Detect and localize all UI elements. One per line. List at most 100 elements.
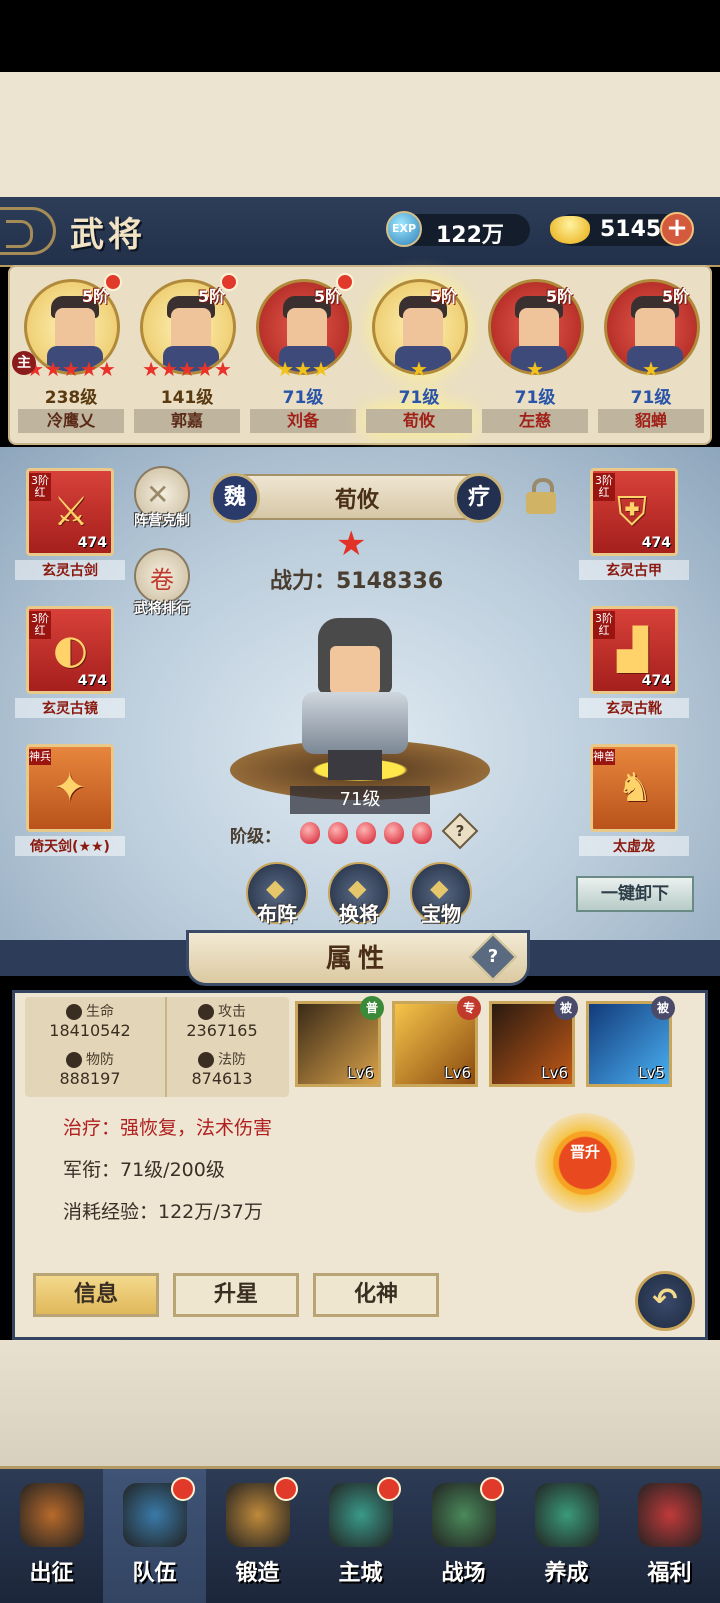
nav-label: 战场 [441, 1561, 486, 1586]
grade-gem-icon [300, 822, 320, 844]
armor-icon [66, 1052, 82, 1068]
stat-value: 2367165 [186, 1021, 258, 1040]
hero-sprite[interactable] [290, 610, 420, 780]
skill-type-badge: 被 [554, 996, 578, 1020]
promote-button[interactable]: 晋升 [535, 1113, 635, 1213]
skill-level: Lv6 [347, 1064, 374, 1082]
return-button[interactable]: ↶ [635, 1271, 695, 1331]
back-scroll-icon[interactable] [0, 207, 56, 255]
status-bar [0, 0, 720, 72]
grade-label: 阶级： [230, 827, 281, 847]
lock-icon[interactable] [526, 478, 556, 514]
scroll-icon: 卷 [150, 566, 174, 594]
stat-value: 874613 [191, 1069, 253, 1088]
nav-label: 队伍 [132, 1561, 177, 1586]
equipment-label: 玄灵古剑 [15, 560, 125, 580]
exp-icon: EXP [386, 211, 422, 247]
skill-level: Lv6 [444, 1064, 471, 1082]
tab-1[interactable]: 升星 [173, 1273, 299, 1317]
stats-divider [165, 997, 167, 1097]
nav-3[interactable]: 主城 [309, 1469, 412, 1603]
notification-dot [220, 273, 238, 291]
main-hero-badge: 主 [12, 351, 36, 375]
nav-0[interactable]: 出征 [0, 1469, 103, 1603]
hero-level: 71级 [514, 388, 556, 408]
nav-1[interactable]: 队伍 [103, 1469, 206, 1603]
hero-name: 刘备 [250, 409, 356, 433]
faction-counter-label: 阵营克制 [134, 513, 190, 529]
attribute-panel-header: 属性 ? [0, 930, 720, 990]
tab-0[interactable]: 信息 [33, 1273, 159, 1317]
equipment-count: 474 [641, 535, 671, 551]
nav-label: 养成 [544, 1561, 589, 1586]
stat-label-text: 攻击 [218, 1004, 246, 1020]
hero-level: 71级 [282, 388, 324, 408]
equipment-slot-right-1[interactable]: 3阶红 ▟ 474 [590, 606, 678, 694]
crossed-swords-icon: ✕ [146, 478, 170, 511]
stat-value: 18410542 [49, 1021, 131, 1040]
hero-stars: ★★★ [276, 357, 330, 381]
horse-icon: ♞ [617, 765, 653, 811]
equipment-slot-right-2[interactable]: 神兽 ♞ [590, 744, 678, 832]
equipment-slot-left-0[interactable]: 3阶红 ⚔ 474 [26, 468, 114, 556]
hero-slot-1[interactable]: 5阶 ★★★★★ 141级 郭嘉 [132, 273, 242, 439]
header-bar: 武将 EXP 122万 5145 + [0, 197, 720, 267]
attribute-panel: 生命 18410542 攻击 2367165 物防 888197 法防 874613 普 Lv6… [12, 990, 708, 1340]
tab-2[interactable]: 化神 [313, 1273, 439, 1317]
notification-dot [480, 1477, 504, 1501]
nav-5[interactable]: 养成 [515, 1469, 618, 1603]
stat-1: 攻击 2367165 [157, 1001, 287, 1040]
specialty-text: 治疗：强恢复，法术伤害 [63, 1117, 273, 1139]
unload-all-button[interactable]: 一键卸下 [576, 876, 694, 912]
hero-level: 71级 [630, 388, 672, 408]
hero-slot-0[interactable]: 5阶 ★★★★★ 238级 冷鹰乂主 [12, 273, 126, 439]
nav-label: 主城 [338, 1561, 383, 1586]
stats-box: 生命 18410542 攻击 2367165 物防 888197 法防 874613 [25, 997, 289, 1097]
add-gold-button[interactable]: + [660, 212, 694, 246]
hero-rank: 5阶 [662, 287, 690, 306]
equipment-tier-tag: 3阶红 [29, 611, 51, 639]
ranking-button[interactable]: 卷 [134, 548, 190, 604]
hero-level: 71级 [398, 388, 440, 408]
hero-name: 左慈 [482, 409, 588, 433]
skill-slot-2[interactable]: 被 Lv6 [489, 996, 578, 1087]
equipment-slot-left-2[interactable]: 神兵 ✦ [26, 744, 114, 832]
role-badge: 疗 [454, 473, 504, 523]
hero-slot-3[interactable]: 5阶 ★ 71级 荀攸 [364, 275, 474, 439]
bottom-nav: 出征 队伍 锻造 主城 战场 养成 福利 [0, 1466, 720, 1603]
hero-name: 荀攸 [366, 409, 472, 433]
equipment-label: 玄灵古镜 [15, 698, 125, 718]
hero-stars: ★ [526, 357, 544, 381]
equipment-tier-tag: 神兵 [29, 749, 51, 765]
grade-gem-icon [384, 822, 404, 844]
hero-roster: 5阶 ★★★★★ 238级 冷鹰乂主 5阶 ★★★★★ 141级 郭嘉 5阶 ★★★ 71级 刘备 5阶… [8, 265, 712, 445]
training-icon [535, 1483, 599, 1547]
skill-slot-3[interactable]: 被 Lv5 [586, 996, 675, 1087]
stat-2: 物防 888197 [25, 1049, 155, 1088]
swords-icon [198, 1004, 214, 1020]
notification-dot [104, 273, 122, 291]
skill-slot-0[interactable]: 普 Lv6 [295, 996, 384, 1087]
equipment-label: 玄灵古甲 [579, 560, 689, 580]
exp-value: 122万 [436, 223, 504, 248]
hero-slot-5[interactable]: 5阶 ★ 71级 貂蝉 [596, 275, 706, 439]
hero-name: 冷鹰乂 [18, 409, 124, 433]
hero-slot-4[interactable]: 5阶 ★ 71级 左慈 [480, 275, 590, 439]
nav-6[interactable]: 福利 [618, 1469, 720, 1603]
helmet-icon [198, 1052, 214, 1068]
nav-2[interactable]: 锻造 [206, 1469, 309, 1603]
stat-3: 法防 874613 [157, 1049, 287, 1088]
skill-level: Lv5 [638, 1064, 665, 1082]
gold-value: 5145 [600, 217, 662, 242]
military-rank-text: 军衔：71级/200级 [63, 1159, 225, 1181]
hero-stars: ★★★★★ [142, 357, 232, 381]
equipment-slot-left-1[interactable]: 3阶红 ◐ 474 [26, 606, 114, 694]
hero-level: 71级 [290, 786, 430, 814]
nav-4[interactable]: 战场 [412, 1469, 515, 1603]
skill-slot-1[interactable]: 专 Lv6 [392, 996, 481, 1087]
equipment-slot-right-0[interactable]: 3阶红 ⛨ 474 [590, 468, 678, 556]
hero-rank: 5阶 [430, 287, 458, 306]
page-title: 武将 [70, 215, 146, 255]
hero-slot-2[interactable]: 5阶 ★★★ 71级 刘备 [248, 273, 358, 439]
spear-icon: ✦ [53, 765, 87, 811]
